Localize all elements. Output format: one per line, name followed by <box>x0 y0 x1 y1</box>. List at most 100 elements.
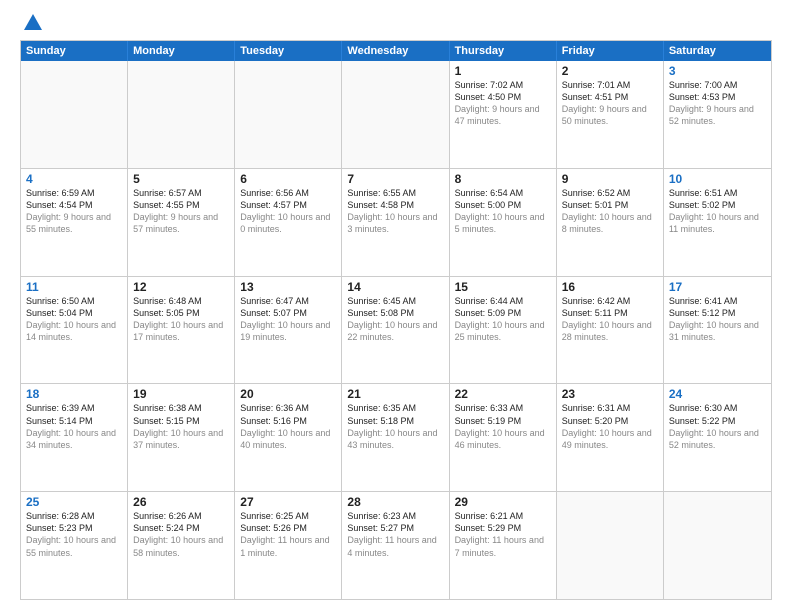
day-number: 8 <box>455 172 551 186</box>
day-number: 15 <box>455 280 551 294</box>
cell-info: Sunrise: 6:38 AMSunset: 5:15 PMDaylight:… <box>133 402 229 451</box>
day-number: 2 <box>562 64 658 78</box>
cell-info: Sunrise: 6:50 AMSunset: 5:04 PMDaylight:… <box>26 295 122 344</box>
day-number: 1 <box>455 64 551 78</box>
header-day-friday: Friday <box>557 41 664 61</box>
day-number: 29 <box>455 495 551 509</box>
cell-info: Sunrise: 6:26 AMSunset: 5:24 PMDaylight:… <box>133 510 229 559</box>
day-cell-4: 4Sunrise: 6:59 AMSunset: 4:54 PMDaylight… <box>21 169 128 276</box>
page: SundayMondayTuesdayWednesdayThursdayFrid… <box>0 0 792 612</box>
calendar-row-5: 25Sunrise: 6:28 AMSunset: 5:23 PMDayligh… <box>21 491 771 599</box>
header-day-tuesday: Tuesday <box>235 41 342 61</box>
empty-cell <box>342 61 449 168</box>
day-cell-7: 7Sunrise: 6:55 AMSunset: 4:58 PMDaylight… <box>342 169 449 276</box>
day-cell-3: 3Sunrise: 7:00 AMSunset: 4:53 PMDaylight… <box>664 61 771 168</box>
header <box>20 16 772 30</box>
day-number: 5 <box>133 172 229 186</box>
calendar-header: SundayMondayTuesdayWednesdayThursdayFrid… <box>21 41 771 61</box>
cell-info: Sunrise: 6:57 AMSunset: 4:55 PMDaylight:… <box>133 187 229 236</box>
day-cell-20: 20Sunrise: 6:36 AMSunset: 5:16 PMDayligh… <box>235 384 342 491</box>
day-cell-17: 17Sunrise: 6:41 AMSunset: 5:12 PMDayligh… <box>664 277 771 384</box>
day-number: 9 <box>562 172 658 186</box>
cell-info: Sunrise: 6:31 AMSunset: 5:20 PMDaylight:… <box>562 402 658 451</box>
header-day-saturday: Saturday <box>664 41 771 61</box>
day-number: 26 <box>133 495 229 509</box>
header-day-wednesday: Wednesday <box>342 41 449 61</box>
day-number: 11 <box>26 280 122 294</box>
day-cell-29: 29Sunrise: 6:21 AMSunset: 5:29 PMDayligh… <box>450 492 557 599</box>
day-number: 3 <box>669 64 766 78</box>
cell-info: Sunrise: 6:33 AMSunset: 5:19 PMDaylight:… <box>455 402 551 451</box>
day-number: 10 <box>669 172 766 186</box>
cell-info: Sunrise: 6:51 AMSunset: 5:02 PMDaylight:… <box>669 187 766 236</box>
day-cell-11: 11Sunrise: 6:50 AMSunset: 5:04 PMDayligh… <box>21 277 128 384</box>
cell-info: Sunrise: 7:01 AMSunset: 4:51 PMDaylight:… <box>562 79 658 128</box>
day-cell-24: 24Sunrise: 6:30 AMSunset: 5:22 PMDayligh… <box>664 384 771 491</box>
day-number: 7 <box>347 172 443 186</box>
cell-info: Sunrise: 6:54 AMSunset: 5:00 PMDaylight:… <box>455 187 551 236</box>
day-cell-27: 27Sunrise: 6:25 AMSunset: 5:26 PMDayligh… <box>235 492 342 599</box>
day-number: 20 <box>240 387 336 401</box>
cell-info: Sunrise: 6:44 AMSunset: 5:09 PMDaylight:… <box>455 295 551 344</box>
empty-cell <box>128 61 235 168</box>
day-number: 22 <box>455 387 551 401</box>
day-cell-14: 14Sunrise: 6:45 AMSunset: 5:08 PMDayligh… <box>342 277 449 384</box>
day-number: 27 <box>240 495 336 509</box>
cell-info: Sunrise: 6:56 AMSunset: 4:57 PMDaylight:… <box>240 187 336 236</box>
day-cell-5: 5Sunrise: 6:57 AMSunset: 4:55 PMDaylight… <box>128 169 235 276</box>
day-cell-2: 2Sunrise: 7:01 AMSunset: 4:51 PMDaylight… <box>557 61 664 168</box>
day-number: 23 <box>562 387 658 401</box>
day-cell-9: 9Sunrise: 6:52 AMSunset: 5:01 PMDaylight… <box>557 169 664 276</box>
empty-cell <box>235 61 342 168</box>
day-cell-12: 12Sunrise: 6:48 AMSunset: 5:05 PMDayligh… <box>128 277 235 384</box>
cell-info: Sunrise: 6:36 AMSunset: 5:16 PMDaylight:… <box>240 402 336 451</box>
day-cell-15: 15Sunrise: 6:44 AMSunset: 5:09 PMDayligh… <box>450 277 557 384</box>
cell-info: Sunrise: 6:52 AMSunset: 5:01 PMDaylight:… <box>562 187 658 236</box>
day-cell-26: 26Sunrise: 6:26 AMSunset: 5:24 PMDayligh… <box>128 492 235 599</box>
day-number: 21 <box>347 387 443 401</box>
day-cell-16: 16Sunrise: 6:42 AMSunset: 5:11 PMDayligh… <box>557 277 664 384</box>
header-day-monday: Monday <box>128 41 235 61</box>
day-cell-10: 10Sunrise: 6:51 AMSunset: 5:02 PMDayligh… <box>664 169 771 276</box>
cell-info: Sunrise: 7:00 AMSunset: 4:53 PMDaylight:… <box>669 79 766 128</box>
day-cell-6: 6Sunrise: 6:56 AMSunset: 4:57 PMDaylight… <box>235 169 342 276</box>
day-number: 13 <box>240 280 336 294</box>
calendar-row-2: 4Sunrise: 6:59 AMSunset: 4:54 PMDaylight… <box>21 168 771 276</box>
day-number: 28 <box>347 495 443 509</box>
cell-info: Sunrise: 6:28 AMSunset: 5:23 PMDaylight:… <box>26 510 122 559</box>
day-cell-18: 18Sunrise: 6:39 AMSunset: 5:14 PMDayligh… <box>21 384 128 491</box>
day-number: 6 <box>240 172 336 186</box>
day-cell-23: 23Sunrise: 6:31 AMSunset: 5:20 PMDayligh… <box>557 384 664 491</box>
calendar-row-3: 11Sunrise: 6:50 AMSunset: 5:04 PMDayligh… <box>21 276 771 384</box>
cell-info: Sunrise: 6:48 AMSunset: 5:05 PMDaylight:… <box>133 295 229 344</box>
cell-info: Sunrise: 6:55 AMSunset: 4:58 PMDaylight:… <box>347 187 443 236</box>
day-cell-28: 28Sunrise: 6:23 AMSunset: 5:27 PMDayligh… <box>342 492 449 599</box>
day-number: 18 <box>26 387 122 401</box>
day-number: 24 <box>669 387 766 401</box>
calendar-row-1: 1Sunrise: 7:02 AMSunset: 4:50 PMDaylight… <box>21 61 771 168</box>
cell-info: Sunrise: 6:45 AMSunset: 5:08 PMDaylight:… <box>347 295 443 344</box>
day-number: 14 <box>347 280 443 294</box>
logo-icon <box>22 12 44 34</box>
cell-info: Sunrise: 6:39 AMSunset: 5:14 PMDaylight:… <box>26 402 122 451</box>
empty-cell <box>21 61 128 168</box>
cell-info: Sunrise: 6:59 AMSunset: 4:54 PMDaylight:… <box>26 187 122 236</box>
cell-info: Sunrise: 6:21 AMSunset: 5:29 PMDaylight:… <box>455 510 551 559</box>
day-number: 4 <box>26 172 122 186</box>
day-cell-1: 1Sunrise: 7:02 AMSunset: 4:50 PMDaylight… <box>450 61 557 168</box>
calendar-body: 1Sunrise: 7:02 AMSunset: 4:50 PMDaylight… <box>21 61 771 599</box>
cell-info: Sunrise: 6:30 AMSunset: 5:22 PMDaylight:… <box>669 402 766 451</box>
day-cell-25: 25Sunrise: 6:28 AMSunset: 5:23 PMDayligh… <box>21 492 128 599</box>
day-number: 17 <box>669 280 766 294</box>
day-cell-22: 22Sunrise: 6:33 AMSunset: 5:19 PMDayligh… <box>450 384 557 491</box>
cell-info: Sunrise: 7:02 AMSunset: 4:50 PMDaylight:… <box>455 79 551 128</box>
cell-info: Sunrise: 6:47 AMSunset: 5:07 PMDaylight:… <box>240 295 336 344</box>
day-number: 25 <box>26 495 122 509</box>
empty-cell <box>557 492 664 599</box>
day-number: 16 <box>562 280 658 294</box>
calendar-row-4: 18Sunrise: 6:39 AMSunset: 5:14 PMDayligh… <box>21 383 771 491</box>
empty-cell <box>664 492 771 599</box>
day-cell-13: 13Sunrise: 6:47 AMSunset: 5:07 PMDayligh… <box>235 277 342 384</box>
cell-info: Sunrise: 6:35 AMSunset: 5:18 PMDaylight:… <box>347 402 443 451</box>
cell-info: Sunrise: 6:25 AMSunset: 5:26 PMDaylight:… <box>240 510 336 559</box>
